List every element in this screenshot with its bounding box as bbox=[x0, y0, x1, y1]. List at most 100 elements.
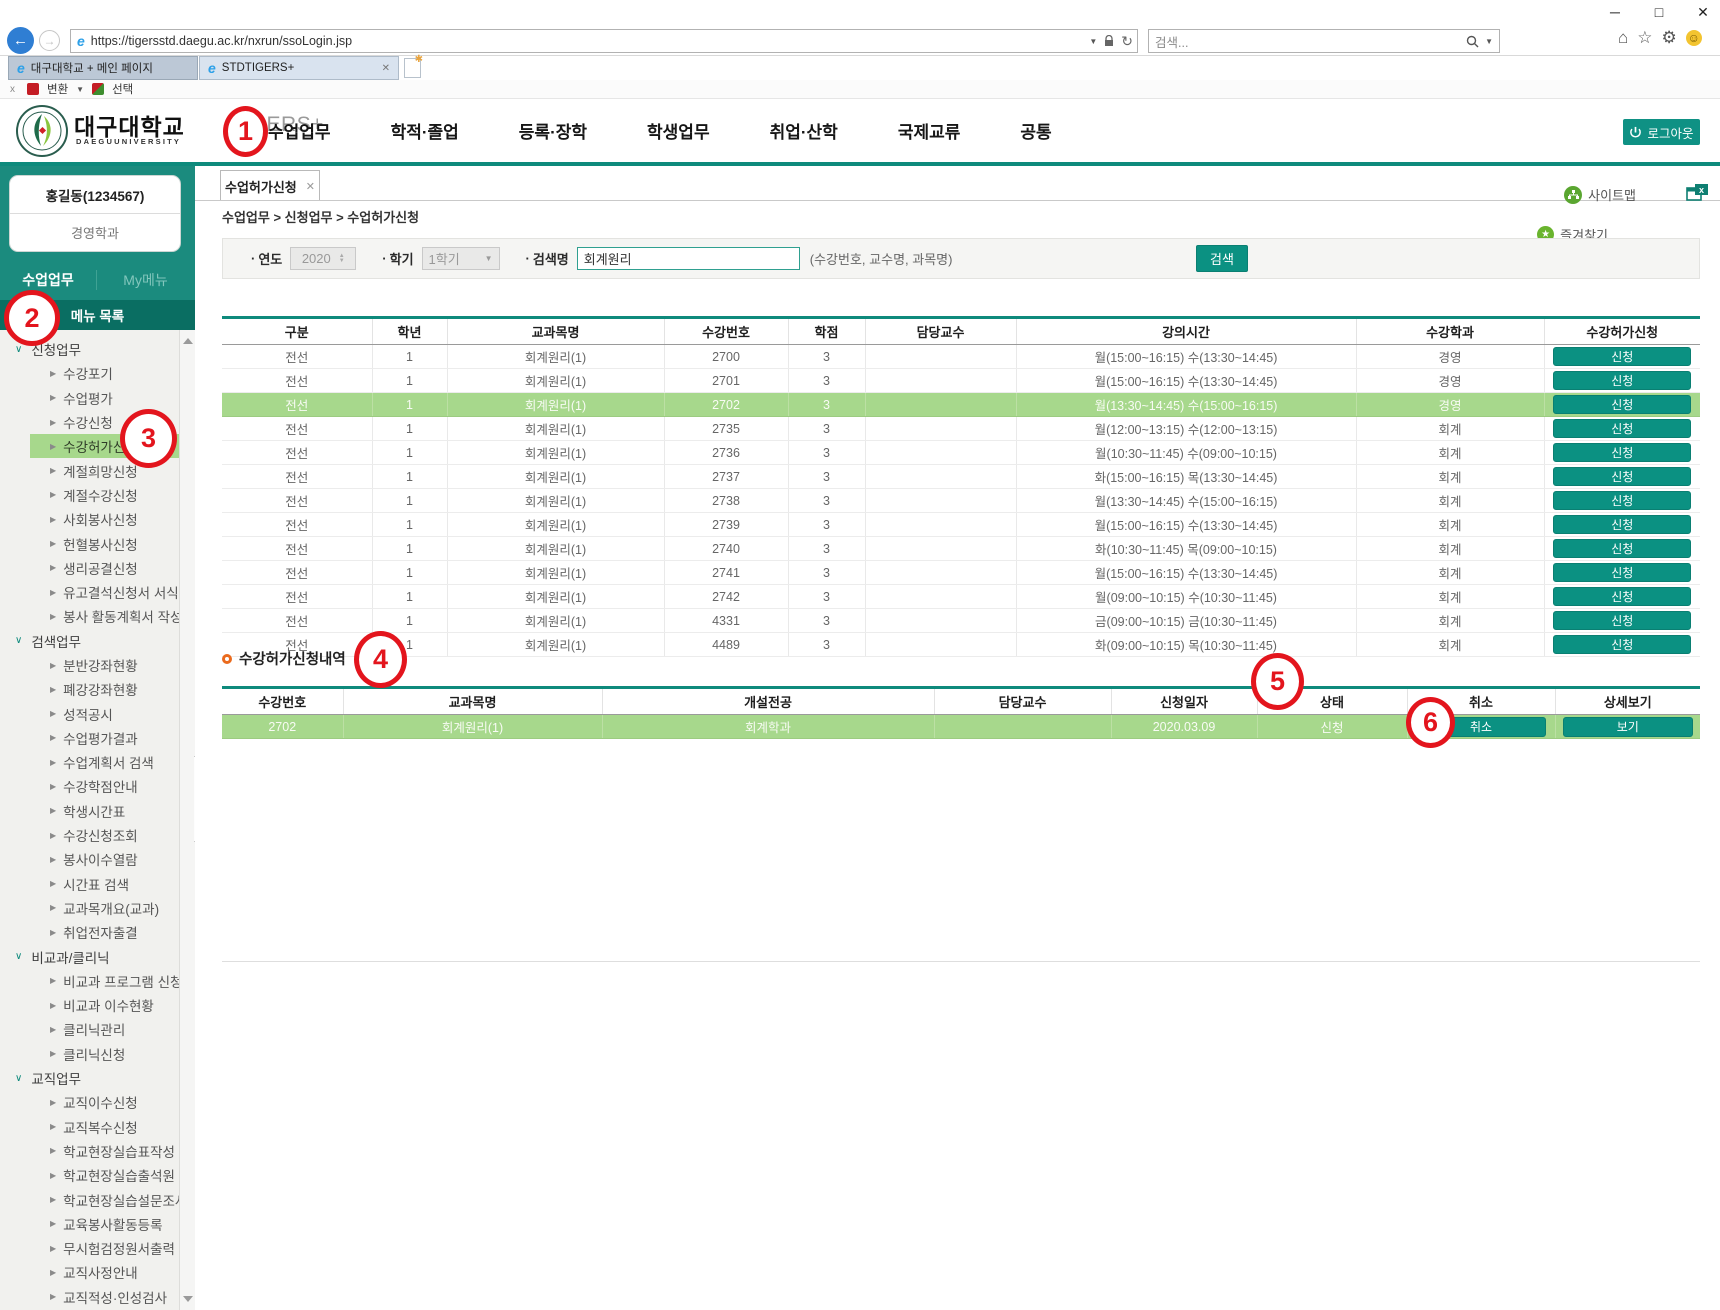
feedback-smiley-icon[interactable]: ☺ bbox=[1686, 30, 1702, 46]
sidebar-scrollbar[interactable] bbox=[179, 330, 195, 1310]
nav-item-학생업무[interactable]: 학생업무 bbox=[647, 118, 710, 143]
apply-button[interactable]: 신청 bbox=[1553, 419, 1691, 438]
search-button[interactable]: 검색 bbox=[1196, 245, 1248, 272]
sidebar-item-교과목개요(교과)[interactable]: ▶교과목개요(교과) bbox=[0, 896, 195, 920]
apply-button[interactable]: 신청 bbox=[1553, 563, 1691, 582]
view-button[interactable]: 보기 bbox=[1563, 717, 1693, 737]
sidebar-item-학교현장실습설문조사[interactable]: ▶학교현장실습설문조사 bbox=[0, 1187, 195, 1211]
sidebar-item-폐강강좌현황[interactable]: ▶폐강강좌현황 bbox=[0, 677, 195, 701]
sidebar-item-교직적성·인성검사[interactable]: ▶교직적성·인성검사 bbox=[0, 1285, 195, 1309]
course-row[interactable]: 전선1회계원리(1)43313금(09:00~10:15) 금(10:30~11… bbox=[222, 609, 1700, 633]
sidebar-item-클리닉관리[interactable]: ▶클리닉관리 bbox=[0, 1017, 195, 1041]
sidebar-section-비교과/클리닉[interactable]: ∨비교과/클리닉 bbox=[0, 944, 195, 968]
apply-button[interactable]: 신청 bbox=[1553, 371, 1691, 390]
application-row[interactable]: 2702회계원리(1)회계학과2020.03.09신청취소보기 bbox=[222, 715, 1700, 739]
apply-button[interactable]: 신청 bbox=[1553, 515, 1691, 534]
convert-dropdown-icon[interactable]: ▼ bbox=[76, 85, 84, 94]
course-row[interactable]: 전선1회계원리(1)27003월(15:00~16:15) 수(13:30~14… bbox=[222, 345, 1700, 369]
nav-item-공통[interactable]: 공통 bbox=[1020, 118, 1051, 143]
browser-search-box[interactable]: 검색... ▼ bbox=[1148, 29, 1500, 53]
course-row[interactable]: 전선1회계원리(1)27383월(13:30~14:45) 수(15:00~16… bbox=[222, 489, 1700, 513]
sidebar-item-수강포기[interactable]: ▶수강포기 bbox=[0, 361, 195, 385]
settings-gear-icon[interactable]: ⚙ bbox=[1662, 28, 1677, 48]
sidebar-item-학교현장실습출석원[interactable]: ▶학교현장실습출석원 bbox=[0, 1163, 195, 1187]
search-dropdown-icon[interactable]: ▼ bbox=[1485, 37, 1493, 46]
sidebar-item-유고결석신청서 서식[interactable]: ▶유고결석신청서 서식 bbox=[0, 580, 195, 604]
sidebar-item-시간표 검색[interactable]: ▶시간표 검색 bbox=[0, 872, 195, 896]
apply-button[interactable]: 신청 bbox=[1553, 395, 1691, 414]
apply-button[interactable]: 신청 bbox=[1553, 347, 1691, 366]
course-row[interactable]: 전선1회계원리(1)27393월(15:00~16:15) 수(13:30~14… bbox=[222, 513, 1700, 537]
window-minimize-button[interactable]: ─ bbox=[1606, 4, 1624, 21]
apply-button[interactable]: 신청 bbox=[1553, 443, 1691, 462]
sidebar-tab-my-menu[interactable]: My메뉴 bbox=[97, 270, 194, 290]
favorites-star-icon[interactable]: ☆ bbox=[1637, 28, 1652, 48]
nav-item-학적·졸업[interactable]: 학적·졸업 bbox=[391, 118, 459, 143]
sidebar-item-사회봉사신청[interactable]: ▶사회봉사신청 bbox=[0, 507, 195, 531]
course-row[interactable]: 전선1회계원리(1)27403화(10:30~11:45) 목(09:00~10… bbox=[222, 537, 1700, 561]
url-dropdown-icon[interactable]: ▼ bbox=[1089, 37, 1097, 46]
sidebar-item-봉사이수열람[interactable]: ▶봉사이수열람 bbox=[0, 847, 195, 871]
window-close-button[interactable]: ✕ bbox=[1694, 4, 1712, 21]
sidebar-item-수업평가[interactable]: ▶수업평가 bbox=[0, 386, 195, 410]
sidebar-item-생리공결신청[interactable]: ▶생리공결신청 bbox=[0, 556, 195, 580]
sidebar-item-수업계획서 검색[interactable]: ▶수업계획서 검색 bbox=[0, 750, 195, 774]
nav-item-수업업무[interactable]: 수업업무 bbox=[268, 118, 331, 143]
sidebar-item-교직복수신청[interactable]: ▶교직복수신청 bbox=[0, 1115, 195, 1139]
sidebar-item-성적공시[interactable]: ▶성적공시 bbox=[0, 701, 195, 725]
window-maximize-button[interactable]: □ bbox=[1650, 4, 1668, 21]
content-tab-close-icon[interactable]: ✕ bbox=[306, 180, 315, 193]
sidebar-item-비교과 프로그램 신청[interactable]: ▶비교과 프로그램 신청 bbox=[0, 969, 195, 993]
course-row[interactable]: 전선1회계원리(1)27373화(15:00~16:15) 목(13:30~14… bbox=[222, 465, 1700, 489]
sidebar-item-비교과 이수현황[interactable]: ▶비교과 이수현황 bbox=[0, 993, 195, 1017]
select-button[interactable]: 선택 bbox=[112, 81, 133, 97]
apply-button[interactable]: 신청 bbox=[1553, 491, 1691, 510]
back-button[interactable]: ← bbox=[7, 27, 34, 54]
course-row[interactable]: 전선1회계원리(1)44893화(09:00~10:15) 목(10:30~11… bbox=[222, 633, 1700, 657]
apply-button[interactable]: 신청 bbox=[1553, 587, 1691, 606]
tab-close-icon[interactable]: ✕ bbox=[382, 63, 390, 74]
scroll-up-icon[interactable] bbox=[183, 338, 193, 344]
course-row[interactable]: 전선1회계원리(1)27353월(12:00~13:15) 수(12:00~13… bbox=[222, 417, 1700, 441]
sidebar-section-검색업무[interactable]: ∨검색업무 bbox=[0, 629, 195, 653]
scroll-down-icon[interactable] bbox=[183, 1296, 193, 1302]
nav-item-취업·산학[interactable]: 취업·산학 bbox=[770, 118, 838, 143]
sidebar-item-무시험검정원서출력[interactable]: ▶무시험검정원서출력 bbox=[0, 1236, 195, 1260]
sidebar-item-헌혈봉사신청[interactable]: ▶헌혈봉사신청 bbox=[0, 531, 195, 555]
sitemap-link[interactable]: 사이트맵 bbox=[1564, 185, 1636, 204]
sidebar-item-분반강좌현황[interactable]: ▶분반강좌현황 bbox=[0, 653, 195, 677]
course-row[interactable]: 전선1회계원리(1)27023월(13:30~14:45) 수(15:00~16… bbox=[222, 393, 1700, 417]
logout-button[interactable]: 로그아웃 bbox=[1623, 119, 1700, 145]
sidebar-section-교직업무[interactable]: ∨교직업무 bbox=[0, 1066, 195, 1090]
sidebar-item-교육봉사활동등록[interactable]: ▶교육봉사활동등록 bbox=[0, 1212, 195, 1236]
toolbar-close-icon[interactable]: x bbox=[10, 84, 15, 95]
apply-button[interactable]: 신청 bbox=[1553, 539, 1691, 558]
sidebar-tab-class-work[interactable]: 수업업무 bbox=[0, 270, 97, 290]
keyword-input[interactable] bbox=[577, 247, 800, 270]
course-row[interactable]: 전선1회계원리(1)27423월(09:00~10:15) 수(10:30~11… bbox=[222, 585, 1700, 609]
sidebar-item-클리닉신청[interactable]: ▶클리닉신청 bbox=[0, 1042, 195, 1066]
course-row[interactable]: 전선1회계원리(1)27413월(15:00~16:15) 수(13:30~14… bbox=[222, 561, 1700, 585]
apply-button[interactable]: 신청 bbox=[1553, 635, 1691, 654]
refresh-icon[interactable]: ↻ bbox=[1121, 33, 1133, 50]
sidebar-item-학생시간표[interactable]: ▶학생시간표 bbox=[0, 799, 195, 823]
content-tab[interactable]: 수업허가신청 ✕ bbox=[220, 170, 320, 201]
sidebar-item-교직사정안내[interactable]: ▶교직사정안내 bbox=[0, 1260, 195, 1284]
sidebar-item-학교현장실습표작성[interactable]: ▶학교현장실습표작성 bbox=[0, 1139, 195, 1163]
course-row[interactable]: 전선1회계원리(1)27013월(15:00~16:15) 수(13:30~14… bbox=[222, 369, 1700, 393]
convert-button[interactable]: 변환 bbox=[47, 81, 68, 97]
spinner-arrows-icon[interactable]: ▲▼ bbox=[339, 254, 345, 264]
browser-tab-stdtigers[interactable]: e STDTIGERS+ ✕ bbox=[199, 56, 399, 80]
browser-tab-main-page[interactable]: e 대구대학교 + 메인 페이지 bbox=[8, 56, 198, 80]
sidebar-item-교직이수신청[interactable]: ▶교직이수신청 bbox=[0, 1090, 195, 1114]
nav-item-등록·장학[interactable]: 등록·장학 bbox=[519, 118, 587, 143]
sidebar-item-수강학점안내[interactable]: ▶수강학점안내 bbox=[0, 774, 195, 798]
apply-button[interactable]: 신청 bbox=[1553, 611, 1691, 630]
address-bar[interactable]: e https://tigersstd.daegu.ac.kr/nxrun/ss… bbox=[70, 29, 1138, 53]
apply-button[interactable]: 신청 bbox=[1553, 467, 1691, 486]
sidebar-item-취업전자출결[interactable]: ▶취업전자출결 bbox=[0, 920, 195, 944]
close-all-tabs-icon[interactable]: x bbox=[1686, 184, 1710, 202]
search-icon[interactable] bbox=[1466, 35, 1479, 48]
nav-item-국제교류[interactable]: 국제교류 bbox=[898, 118, 961, 143]
sidebar-item-수업평가결과[interactable]: ▶수업평가결과 bbox=[0, 726, 195, 750]
